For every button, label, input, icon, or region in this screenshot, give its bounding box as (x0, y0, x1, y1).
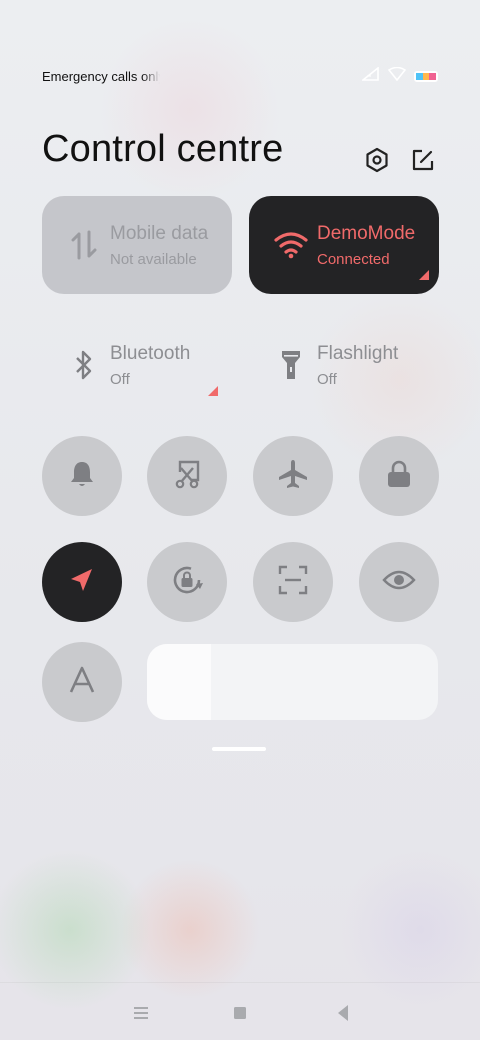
edit-icon[interactable] (409, 146, 437, 174)
status-icons (360, 65, 438, 86)
navigation-bar (0, 982, 480, 1040)
drag-handle[interactable] (212, 747, 266, 751)
auto-brightness-toggle[interactable] (42, 642, 122, 722)
flashlight-tile[interactable]: Flashlight Off (249, 330, 439, 400)
brightness-slider-fill (147, 644, 212, 720)
airplane-mode-toggle[interactable] (253, 436, 333, 516)
flashlight-label: Flashlight (317, 342, 399, 364)
bluetooth-label: Bluetooth (110, 342, 191, 364)
scan-icon (277, 564, 309, 601)
eye-icon (382, 568, 416, 597)
menu-icon[interactable] (129, 1001, 153, 1025)
bluetooth-status: Off (110, 370, 130, 388)
screenshot-toggle[interactable] (147, 436, 227, 516)
bluetooth-icon (66, 347, 102, 383)
settings-icon[interactable] (363, 146, 391, 174)
wifi-icon (387, 66, 407, 86)
mobile-data-status: Not available (110, 250, 197, 268)
rotation-lock-icon (169, 562, 205, 603)
status-bar: Emergency calls only (42, 65, 438, 86)
screenshot-icon (171, 458, 203, 495)
brightness-slider[interactable] (147, 644, 438, 720)
flashlight-icon (273, 347, 309, 383)
carrier-text: Emergency calls only (42, 68, 160, 84)
flashlight-status: Off (317, 370, 337, 388)
location-icon (67, 565, 97, 600)
mobile-data-label: Mobile data (110, 222, 209, 244)
battery-icon (414, 70, 438, 82)
mobile-data-tile[interactable]: Mobile data Not available (42, 196, 232, 294)
mobile-data-icon (66, 227, 102, 263)
wifi-expand-indicator[interactable] (419, 270, 429, 280)
wifi-icon (273, 227, 309, 263)
signal-icon (360, 65, 380, 86)
airplane-icon (277, 458, 309, 495)
page-title: Control centre (42, 128, 284, 170)
home-icon[interactable] (228, 1001, 252, 1025)
rotation-lock-toggle[interactable] (147, 542, 227, 622)
auto-brightness-icon (67, 665, 97, 700)
lock-icon (385, 459, 413, 494)
reading-mode-toggle[interactable] (359, 542, 439, 622)
bell-icon (67, 459, 97, 494)
bluetooth-expand-indicator[interactable] (208, 386, 218, 396)
bluetooth-tile[interactable]: Bluetooth Off (42, 330, 232, 400)
scanner-toggle[interactable] (253, 542, 333, 622)
lock-screen-toggle[interactable] (359, 436, 439, 516)
silent-toggle[interactable] (42, 436, 122, 516)
location-toggle[interactable] (42, 542, 122, 622)
wifi-label: DemoMode (317, 222, 416, 244)
wifi-status: Connected (317, 250, 390, 268)
back-icon[interactable] (331, 1001, 355, 1025)
wifi-tile[interactable]: DemoMode Connected (249, 196, 439, 294)
